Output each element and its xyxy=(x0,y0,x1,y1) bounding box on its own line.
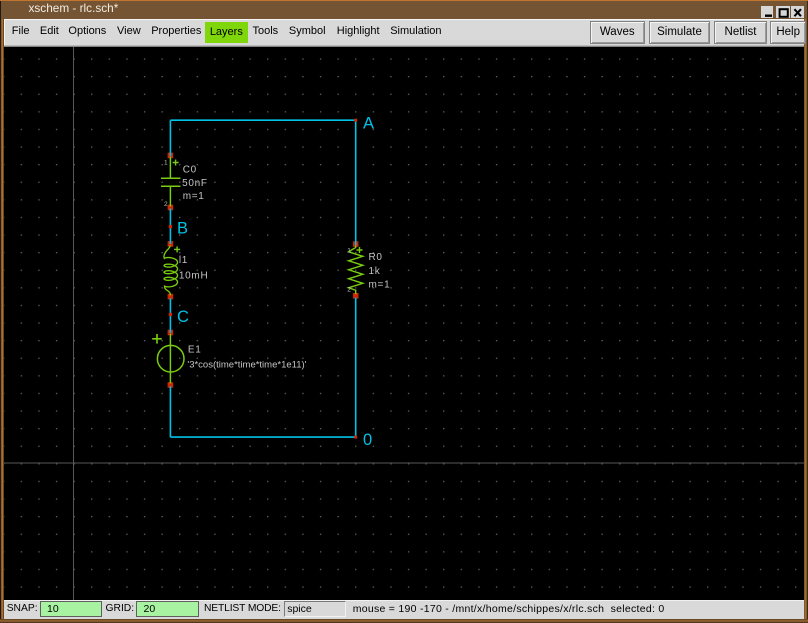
svg-text:2: 2 xyxy=(164,201,168,208)
svg-text:C: C xyxy=(177,308,189,326)
svg-text:50nF: 50nF xyxy=(182,178,208,189)
svg-text:l1: l1 xyxy=(179,255,188,266)
svg-text:A: A xyxy=(363,114,374,132)
svg-text:E1: E1 xyxy=(188,345,202,356)
svg-text:m=1: m=1 xyxy=(369,279,391,290)
svg-text:1: 1 xyxy=(347,248,351,255)
svg-text:C0: C0 xyxy=(183,164,197,175)
svg-text:'3*cos(time*time*time*1e11)': '3*cos(time*time*time*1e11)' xyxy=(187,360,306,371)
svg-text:B: B xyxy=(177,219,188,237)
svg-text:0: 0 xyxy=(363,431,372,449)
svg-text:R0: R0 xyxy=(369,252,383,263)
svg-text:1: 1 xyxy=(164,160,168,167)
svg-text:1k: 1k xyxy=(369,266,381,277)
svg-text:m=1: m=1 xyxy=(183,191,205,202)
svg-text:2: 2 xyxy=(347,286,351,293)
svg-text:10mH: 10mH xyxy=(179,270,208,281)
